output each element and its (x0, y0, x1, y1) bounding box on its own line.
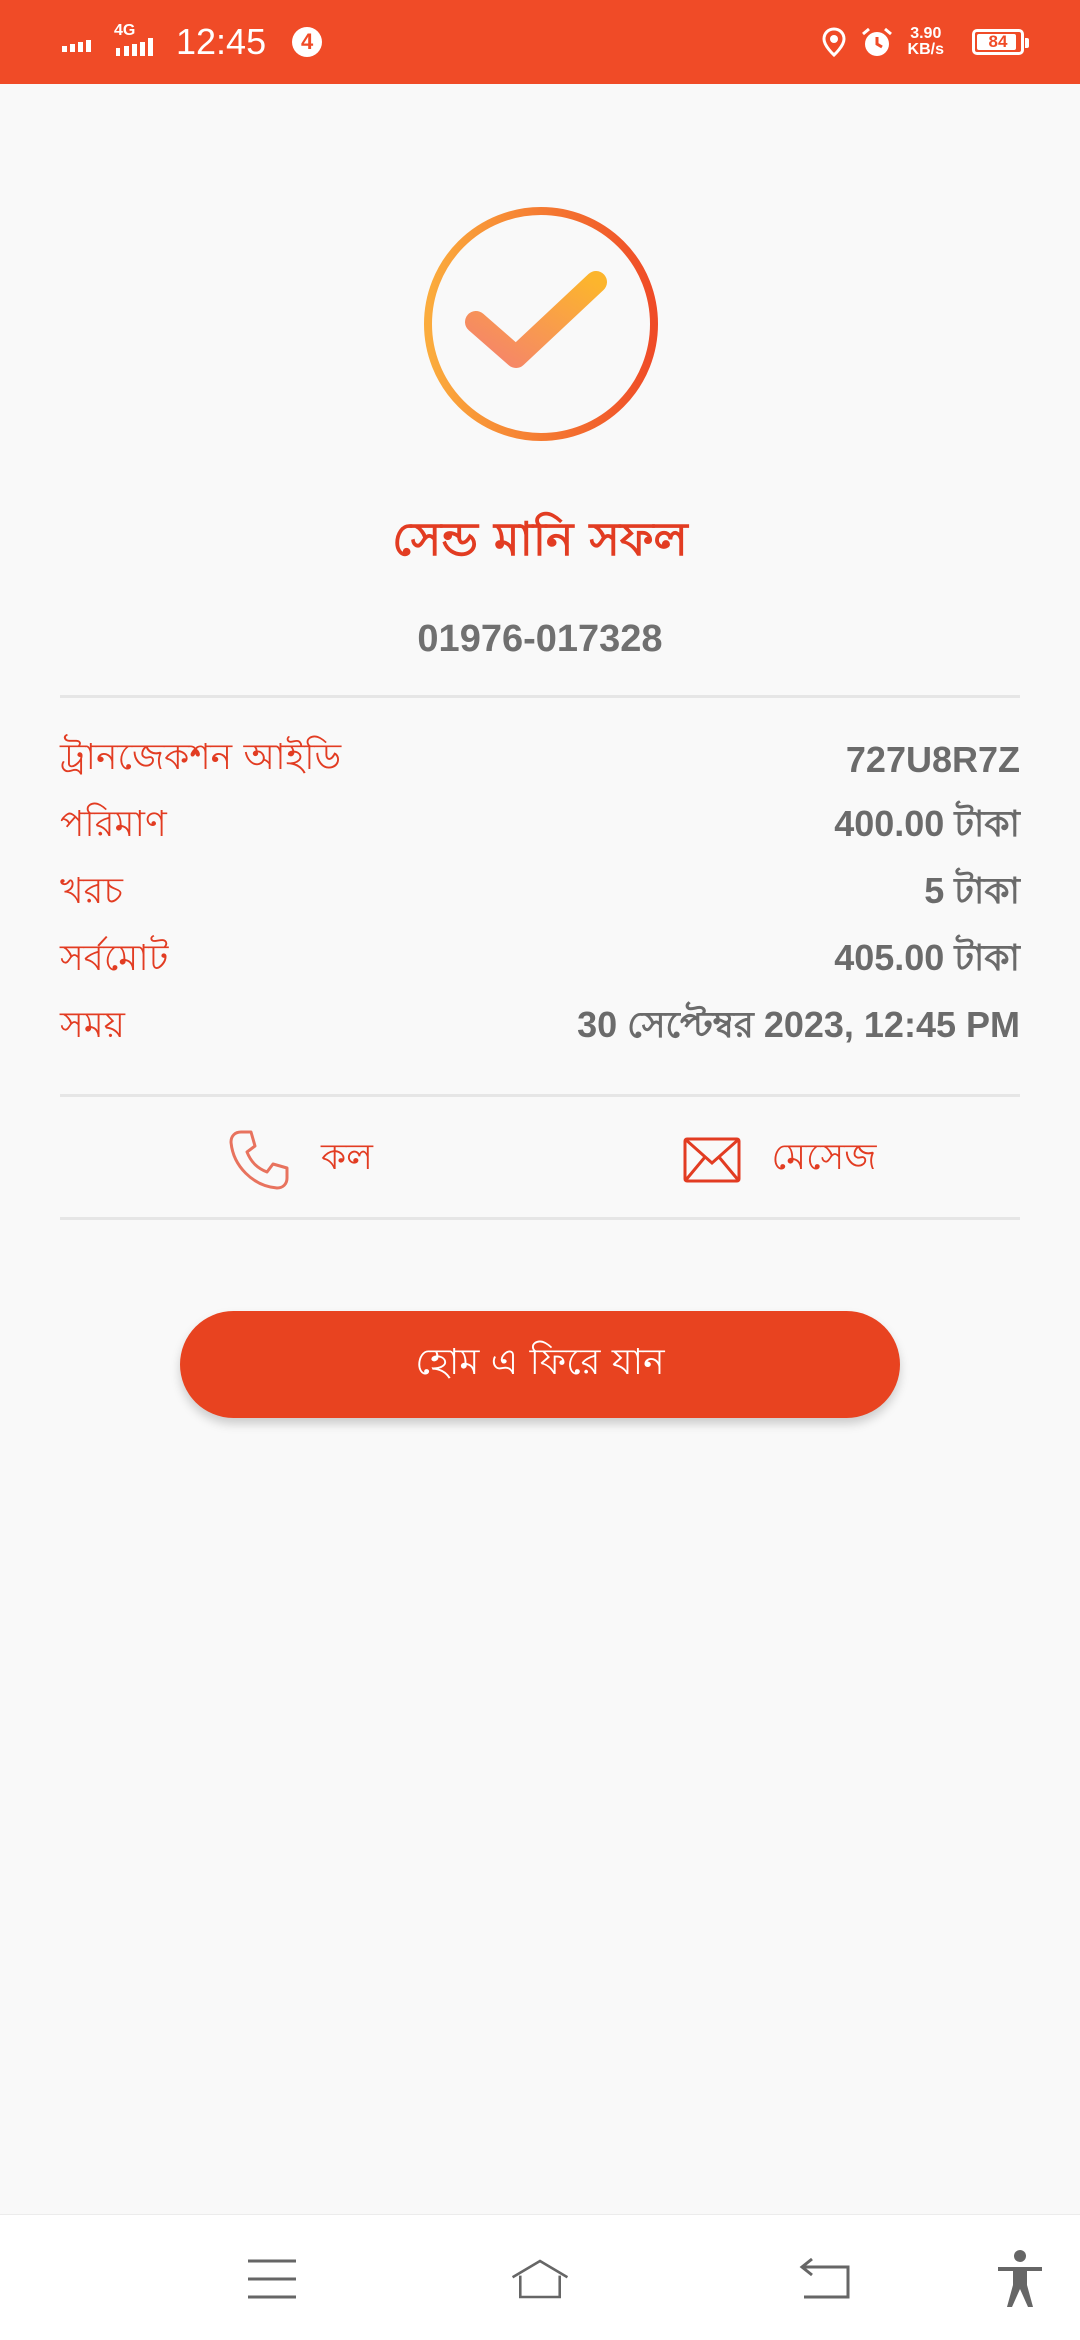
call-button[interactable]: কল (60, 1100, 540, 1220)
speed-value: 3.90 (910, 25, 942, 42)
battery-level: 84 (988, 32, 1008, 51)
speed-unit: KB/s (907, 41, 944, 58)
detail-label: পরিমাণ (60, 803, 167, 845)
success-check-icon (424, 207, 658, 441)
detail-label: ট্রানজেকশন আইডি (60, 736, 342, 778)
back-nav-button[interactable] (794, 2249, 854, 2309)
contact-actions: কল মেসেজ (60, 1100, 1020, 1220)
menu-icon (248, 2259, 296, 2299)
divider-top (60, 695, 1020, 698)
signal-icon (62, 40, 91, 52)
phone-icon (229, 1130, 289, 1190)
menu-nav-button[interactable] (242, 2249, 302, 2309)
navigation-bar (0, 2214, 1080, 2340)
alarm-icon (861, 27, 892, 56)
status-time: 12:45 (176, 21, 267, 62)
network-4g-icon: 4G (114, 22, 162, 62)
status-left: 4G 12:45 4 (60, 21, 323, 63)
message-button[interactable]: মেসেজ (540, 1100, 1020, 1220)
envelope-icon (683, 1137, 741, 1183)
detail-value: 405.00 টাকা (834, 936, 1020, 978)
detail-row-transaction-id: ট্রানজেকশন আইডি 727U8R7Z (60, 726, 1020, 793)
detail-value: 400.00 টাকা (834, 802, 1020, 844)
back-icon (799, 2257, 850, 2299)
message-label: মেসেজ (771, 1137, 877, 1178)
detail-value: 727U8R7Z (845, 738, 1020, 780)
status-bar: 4G 12:45 4 3.90 KB/s 84 (0, 0, 1080, 84)
recipient-number: 01976-017328 (417, 618, 663, 660)
detail-value: 5 টাকা (924, 869, 1020, 911)
accessibility-nav-button[interactable] (990, 2249, 1050, 2309)
home-nav-button[interactable] (510, 2249, 570, 2309)
divider-bottom (60, 1217, 1020, 1220)
success-title: সেন্ড মানি সফল (392, 512, 688, 566)
battery-icon: 84 (972, 29, 1029, 55)
location-icon (822, 27, 846, 57)
detail-row-amount: পরিমাণ 400.00 টাকা (60, 793, 1020, 860)
call-label: কল (320, 1137, 373, 1178)
back-to-home-button[interactable]: হোম এ ফিরে যান (180, 1311, 900, 1418)
detail-row-time: সময় 30 সেপ্টেম্বর 2023, 12:45 PM (60, 994, 1020, 1061)
network-speed: 3.90 KB/s (908, 26, 944, 58)
detail-label: খরচ (60, 870, 123, 912)
home-icon (511, 2259, 569, 2299)
notification-badge: 4 (292, 27, 323, 57)
transaction-details: ট্রানজেকশন আইডি 727U8R7Z পরিমাণ 400.00 ট… (60, 726, 1020, 1061)
divider-middle (60, 1094, 1020, 1097)
accessibility-icon (998, 2250, 1042, 2307)
detail-row-charge: খরচ 5 টাকা (60, 860, 1020, 927)
status-right: 3.90 KB/s 84 (822, 26, 1029, 58)
detail-label: সর্বমোট (60, 937, 169, 979)
detail-row-total: সর্বমোট 405.00 টাকা (60, 927, 1020, 994)
detail-value: 30 সেপ্টেম্বর 2023, 12:45 PM (577, 1003, 1020, 1045)
detail-label: সময় (60, 1004, 125, 1046)
